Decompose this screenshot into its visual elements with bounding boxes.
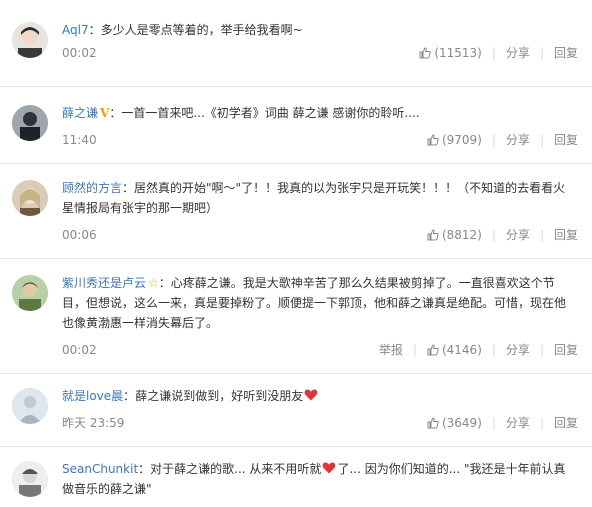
comment-body: 一首一首来吧...《初学者》词曲 薛之谦 感谢你的聆听.... — [121, 106, 420, 120]
reply-button[interactable]: 回复 — [554, 341, 578, 359]
divider: | — [539, 228, 544, 242]
comment-text: 紫川秀还是卢云 ☆：心疼薛之谦。我是大歌神辛苦了那么久结果被剪掉了。一直很喜欢这个… — [62, 273, 572, 333]
timestamp: 11:40 — [62, 133, 97, 147]
avatar[interactable] — [12, 461, 48, 497]
like-button[interactable]: (3649) — [427, 414, 482, 432]
timestamp: 昨天 23:59 — [62, 416, 125, 430]
like-count: (8812) — [441, 228, 482, 242]
reply-button[interactable]: 回复 — [554, 131, 578, 149]
thumb-up-icon — [419, 47, 431, 59]
reply-button[interactable]: 回复 — [554, 226, 578, 244]
thumb-up-icon — [427, 229, 439, 241]
divider: | — [539, 133, 544, 147]
comment-meta: 昨天 23:59 (3649) | 分享 | 回复 — [62, 414, 578, 432]
divider: | — [491, 228, 496, 242]
share-button[interactable]: 分享 — [506, 226, 530, 244]
comment-meta: 00:02 (11513) | 分享 | 回复 — [62, 44, 578, 62]
like-button[interactable]: (8812) — [427, 226, 482, 244]
comment-item: 薛之谦 V：一首一首来吧...《初学者》词曲 薛之谦 感谢你的聆听.... 11:… — [0, 87, 592, 164]
comment-item: SeanChunkit：对于薛之谦的歌... 从来不用听就 了... 因为你们知道… — [0, 447, 592, 507]
comment-item: 就是love晨：薛之谦说到做到，好听到没朋友 昨天 23:59 (3649) |… — [0, 374, 592, 447]
comment-meta: 00:06 (8812) | 分享 | 回复 — [62, 226, 578, 244]
avatar[interactable] — [12, 275, 48, 311]
avatar[interactable] — [12, 22, 48, 58]
like-button[interactable]: (11513) — [419, 44, 482, 62]
username-link[interactable]: 顾然的方言 — [62, 181, 122, 195]
username-link[interactable]: Aql7 — [62, 23, 89, 37]
divider: | — [412, 343, 417, 357]
divider: | — [491, 416, 496, 430]
divider: | — [491, 343, 496, 357]
avatar[interactable] — [12, 180, 48, 216]
like-button[interactable]: (4146) — [427, 341, 482, 359]
comment-body: 居然真的开始"啊～"了！！我真的以为张宇只是开玩笑！！！（不知道的去看看火星情报… — [62, 181, 566, 215]
thumb-up-icon — [427, 417, 439, 429]
comment-item: 顾然的方言：居然真的开始"啊～"了！！我真的以为张宇只是开玩笑！！！（不知道的去… — [0, 164, 592, 259]
divider: | — [491, 46, 496, 60]
report-button[interactable]: 举报 — [379, 341, 403, 359]
comment-body: 对于薛之谦的歌... 从来不用听就 — [150, 462, 322, 476]
reply-button[interactable]: 回复 — [554, 414, 578, 432]
thumb-up-icon — [427, 134, 439, 146]
avatar[interactable] — [12, 388, 48, 424]
colon: ： — [109, 106, 122, 120]
comment-meta: 00:02 举报 | (4146) | 分享 | 回复 — [62, 341, 578, 359]
divider: | — [539, 343, 544, 357]
timestamp: 00:02 — [62, 46, 97, 60]
colon: ： — [138, 462, 151, 476]
comment-list: Aql7：多少人是零点等着的，举手给我看啊~ 00:02 (11513) | 分… — [0, 0, 592, 507]
comment-text: SeanChunkit：对于薛之谦的歌... 从来不用听就 了... 因为你们知道… — [62, 459, 572, 499]
comment-text: 就是love晨：薛之谦说到做到，好听到没朋友 — [62, 386, 572, 406]
divider: | — [491, 133, 496, 147]
username-link[interactable]: SeanChunkit — [62, 462, 138, 476]
timestamp: 00:06 — [62, 228, 97, 242]
comment-text: 薛之谦 V：一首一首来吧...《初学者》词曲 薛之谦 感谢你的聆听.... — [62, 103, 572, 123]
comment-item: Aql7：多少人是零点等着的，举手给我看啊~ 00:02 (11513) | 分… — [0, 0, 592, 87]
comment-item: 紫川秀还是卢云 ☆：心疼薛之谦。我是大歌神辛苦了那么久结果被剪掉了。一直很喜欢这个… — [0, 259, 592, 374]
reply-button[interactable]: 回复 — [554, 44, 578, 62]
like-count: (9709) — [441, 133, 482, 147]
like-button[interactable]: (9709) — [427, 131, 482, 149]
colon: ： — [88, 23, 101, 37]
username-link[interactable]: 紫川秀还是卢云 — [62, 276, 146, 290]
avatar[interactable] — [12, 105, 48, 141]
colon: ： — [123, 389, 136, 403]
divider: | — [539, 416, 544, 430]
colon: ： — [158, 276, 171, 290]
share-button[interactable]: 分享 — [506, 414, 530, 432]
comment-text: Aql7：多少人是零点等着的，举手给我看啊~ — [62, 20, 572, 40]
comment-body: 多少人是零点等着的，举手给我看啊~ — [100, 23, 303, 37]
heart-icon — [304, 389, 318, 401]
username-link[interactable]: 薛之谦 — [62, 106, 98, 120]
star-badge-icon: ☆ — [148, 276, 159, 290]
like-count: (11513) — [434, 46, 482, 60]
username-link[interactable]: 就是love晨 — [62, 389, 123, 403]
share-button[interactable]: 分享 — [506, 131, 530, 149]
share-button[interactable]: 分享 — [506, 44, 530, 62]
like-count: (4146) — [441, 343, 482, 357]
comment-text: 顾然的方言：居然真的开始"啊～"了！！我真的以为张宇只是开玩笑！！！（不知道的去… — [62, 178, 572, 218]
timestamp: 00:02 — [62, 343, 97, 357]
thumb-up-icon — [427, 344, 439, 356]
like-count: (3649) — [441, 416, 482, 430]
colon: ： — [122, 181, 135, 195]
divider: | — [539, 46, 544, 60]
share-button[interactable]: 分享 — [506, 341, 530, 359]
heart-icon — [322, 462, 336, 474]
comment-body: 薛之谦说到做到，好听到没朋友 — [135, 389, 304, 403]
comment-meta: 11:40 (9709) | 分享 | 回复 — [62, 131, 578, 149]
v-badge-icon: V — [100, 106, 110, 120]
